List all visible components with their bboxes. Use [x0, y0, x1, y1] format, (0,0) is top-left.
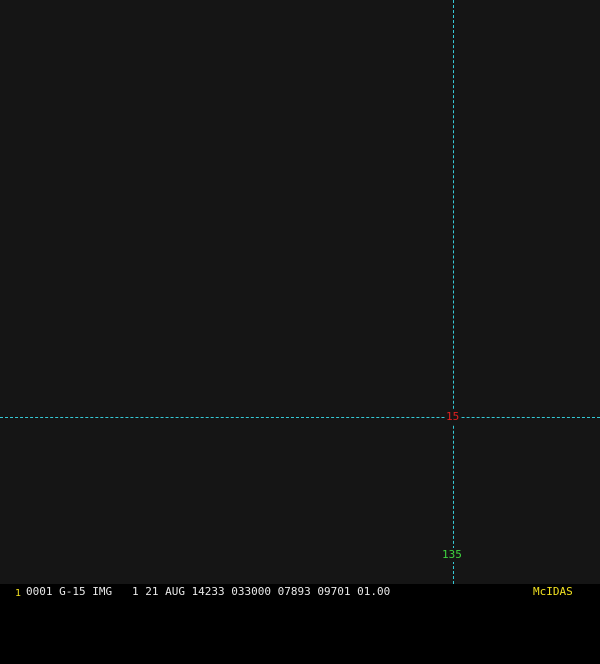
satellite-display-frame: 15 135 1 0001 G-15 IMG 1 21 AUG 14233 03…	[0, 0, 600, 600]
satellite-image-area: 15 135	[0, 0, 600, 584]
longitude-grid-line	[453, 0, 454, 584]
brand-label: McIDAS	[533, 585, 573, 598]
status-bar: 1 0001 G-15 IMG 1 21 AUG 14233 033000 07…	[0, 584, 600, 600]
latitude-grid-line	[0, 417, 600, 418]
image-info-text: 0001 G-15 IMG 1 21 AUG 14233 033000 0789…	[26, 585, 391, 598]
latitude-label: 15	[445, 410, 461, 424]
longitude-label: 135	[441, 548, 463, 562]
